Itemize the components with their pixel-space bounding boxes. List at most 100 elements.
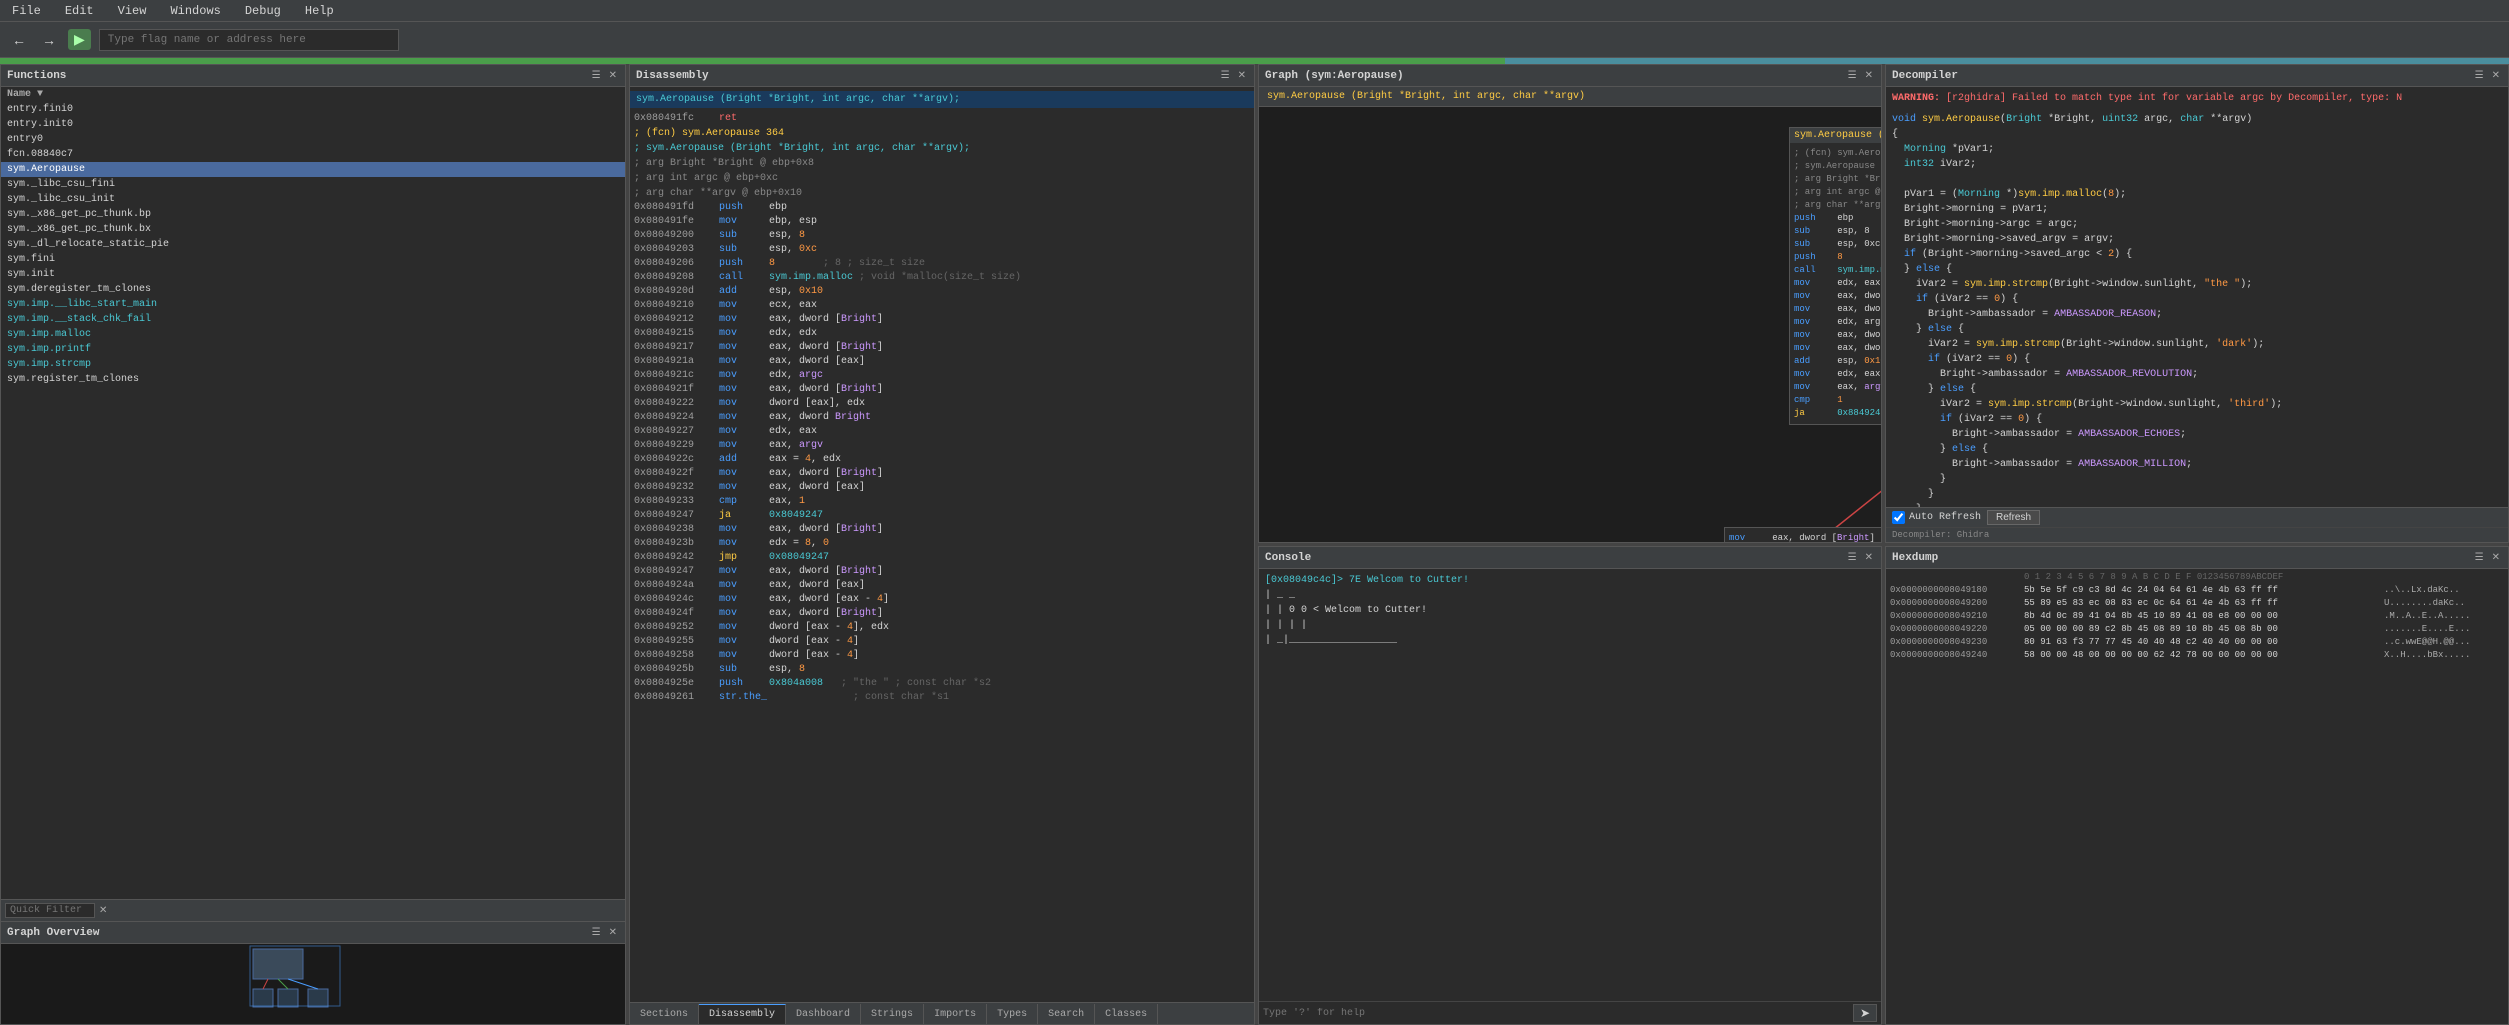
func-stack-chk[interactable]: sym.imp.__stack_chk_fail [1,312,625,327]
disasm-line[interactable]: 0x08049217moveax, dword [Bright] [630,341,1254,355]
menu-debug[interactable]: Debug [241,2,285,20]
func-x86-thunk-bp[interactable]: sym._x86_get_pc_thunk.bp [1,207,625,222]
disasm-line[interactable]: 0x08049238moveax, dword [Bright] [630,523,1254,537]
disasm-line[interactable]: 0x080491femovebp, esp [630,215,1254,229]
graph-canvas[interactable]: sym.Aeropause (Bright *Bright, int argc,… [1259,107,1881,542]
console-close-btn[interactable]: ✕ [1863,552,1875,563]
decompiler-content[interactable]: WARNING: [r2ghidra] Failed to match type… [1886,87,2508,507]
graph-node-main[interactable]: sym.Aeropause (Bright *Bright, int argc,… [1789,127,1881,425]
func-dl-relocate[interactable]: sym._dl_relocate_static_pie [1,237,625,252]
func-libc-start[interactable]: sym.imp.__libc_start_main [1,297,625,312]
disasm-line[interactable]: 0x08049232moveax, dword [eax] [630,481,1254,495]
func-fini[interactable]: sym.fini [1,252,625,267]
console-menu-btn[interactable]: ☰ [1846,552,1859,563]
disasm-line[interactable]: 0x08049206push8 ; 8 ; size_t size [630,257,1254,271]
disasm-line[interactable]: 0x0804921fmoveax, dword [Bright] [630,383,1254,397]
func-x86-thunk-bx[interactable]: sym._x86_get_pc_thunk.bx [1,222,625,237]
disasm-line[interactable]: 0x0804925bsubesp, 8 [630,663,1254,677]
tab-strings[interactable]: Strings [861,1004,924,1024]
tab-disassembly[interactable]: Disassembly [699,1004,786,1024]
disasm-line[interactable]: 0x0804920daddesp, 0x10 [630,285,1254,299]
disasm-line[interactable]: 0x08049200subesp, 8 [630,229,1254,243]
disasm-line[interactable]: 0x08049233cmpeax, 1 [630,495,1254,509]
menu-help[interactable]: Help [301,2,338,20]
disasm-line[interactable]: 0x08049222movdword [eax], edx [630,397,1254,411]
disasm-line[interactable]: 0x0804924fmoveax, dword [Bright] [630,607,1254,621]
tab-search[interactable]: Search [1038,1004,1095,1024]
func-libc-csu-fini[interactable]: sym._libc_csu_fini [1,177,625,192]
functions-list[interactable]: Name ▼ entry.fini0 entry.init0 entry0 fc… [1,87,625,899]
disasm-line[interactable]: 0x08049242jmp0x08049247 [630,551,1254,565]
overview-close-btn[interactable]: ✕ [607,927,619,938]
autorefresh-label[interactable]: Auto Refresh [1892,511,1981,524]
disasm-line[interactable]: 0x08049208callsym.imp.malloc ; void *mal… [630,271,1254,285]
disasm-line[interactable]: 0x08049210movecx, eax [630,299,1254,313]
func-sym-aeropause[interactable]: sym.Aeropause [1,162,625,177]
menu-file[interactable]: File [8,2,45,20]
disasm-line[interactable]: 0x08049229moveax, argv [630,439,1254,453]
disasm-line[interactable]: 0x08049203subesp, 0xc [630,243,1254,257]
disasm-close-btn[interactable]: ✕ [1236,70,1248,81]
disasm-line[interactable]: 0x08049261str.the_ ; const char *s1 [630,691,1254,705]
functions-menu-btn[interactable]: ☰ [590,70,603,81]
func-entry-init0[interactable]: entry.init0 [1,117,625,132]
functions-close-btn[interactable]: ✕ [607,70,619,81]
disasm-line[interactable]: 0x08049252movdword [eax - 4], edx [630,621,1254,635]
func-printf[interactable]: sym.imp.printf [1,342,625,357]
disasm-line[interactable]: 0x0804925epush0x804a008 ; "the " ; const… [630,677,1254,691]
disasm-menu-btn[interactable]: ☰ [1219,70,1232,81]
tab-dashboard[interactable]: Dashboard [786,1004,861,1024]
func-entry-fini0[interactable]: entry.fini0 [1,102,625,117]
decompiler-close-btn[interactable]: ✕ [2490,70,2502,81]
menu-windows[interactable]: Windows [166,2,224,20]
func-entry0[interactable]: entry0 [1,132,625,147]
quick-filter-input[interactable] [5,903,95,918]
tab-types[interactable]: Types [987,1004,1038,1024]
back-button[interactable]: ← [8,30,30,50]
disasm-line[interactable]: 0x0804923bmovedx = 8, 0 [630,537,1254,551]
disasm-line[interactable]: 0x0804922caddeax = 4, edx [630,453,1254,467]
func-libc-csu-init[interactable]: sym._libc_csu_init [1,192,625,207]
disasm-line[interactable]: 0x080491fdpushebp [630,201,1254,215]
disasm-line[interactable]: 0x0804922fmoveax, dword [Bright] [630,467,1254,481]
tab-sections[interactable]: Sections [630,1004,699,1024]
hexdump-content[interactable]: 0 1 2 3 4 5 6 7 8 9 A B C D E F 01234567… [1886,569,2508,1024]
tab-classes[interactable]: Classes [1095,1004,1158,1024]
decompiler-menu-btn[interactable]: ☰ [2473,70,2486,81]
menu-edit[interactable]: Edit [61,2,98,20]
func-malloc[interactable]: sym.imp.malloc [1,327,625,342]
disassembly-content[interactable]: sym.Aeropause (Bright *Bright, int argc,… [630,87,1254,1002]
func-init[interactable]: sym.init [1,267,625,282]
overview-menu-btn[interactable]: ☰ [590,927,603,938]
disasm-line[interactable]: 0x08049247ja0x8049247 [630,509,1254,523]
func-deregister[interactable]: sym.deregister_tm_clones [1,282,625,297]
forward-button[interactable]: → [38,30,60,50]
disasm-line[interactable]: 0x08049255movdword [eax - 4] [630,635,1254,649]
graph-close-btn[interactable]: ✕ [1863,70,1875,81]
filter-clear-btn[interactable]: ✕ [97,905,109,916]
hexdump-close-btn[interactable]: ✕ [2490,552,2502,563]
run-button[interactable]: ▶ [68,29,91,50]
disasm-line[interactable]: 0x0804924amoveax, dword [eax] [630,579,1254,593]
graph-menu-btn[interactable]: ☰ [1846,70,1859,81]
disasm-line[interactable]: 0x08049215movedx, edx [630,327,1254,341]
disasm-line[interactable]: 0x08049212moveax, dword [Bright] [630,313,1254,327]
disasm-line[interactable]: 0x08049227movedx, eax [630,425,1254,439]
tab-imports[interactable]: Imports [924,1004,987,1024]
disasm-line[interactable]: 0x080491fc ret [630,112,1254,126]
graph-overview-mini[interactable] [1,944,625,1024]
address-input[interactable] [99,29,399,51]
func-fcn08840c7[interactable]: fcn.08840c7 [1,147,625,162]
func-register-tm[interactable]: sym.register_tm_clones [1,372,625,387]
refresh-button[interactable]: Refresh [1987,510,2040,525]
menu-view[interactable]: View [114,2,151,20]
disasm-line[interactable]: 0x08049247moveax, dword [Bright] [630,565,1254,579]
disasm-line[interactable]: 0x0804921cmovedx, argc [630,369,1254,383]
graph-node-left[interactable]: mov eax, dword [Bright] mov dword [eax -… [1724,527,1881,542]
console-send-btn[interactable]: ➤ [1853,1004,1877,1022]
disasm-line[interactable]: 0x08049224moveax, dword Bright [630,411,1254,425]
func-strcmp[interactable]: sym.imp.strcmp [1,357,625,372]
autorefresh-checkbox[interactable] [1892,511,1905,524]
hexdump-menu-btn[interactable]: ☰ [2473,552,2486,563]
disasm-line[interactable]: 0x0804921amoveax, dword [eax] [630,355,1254,369]
